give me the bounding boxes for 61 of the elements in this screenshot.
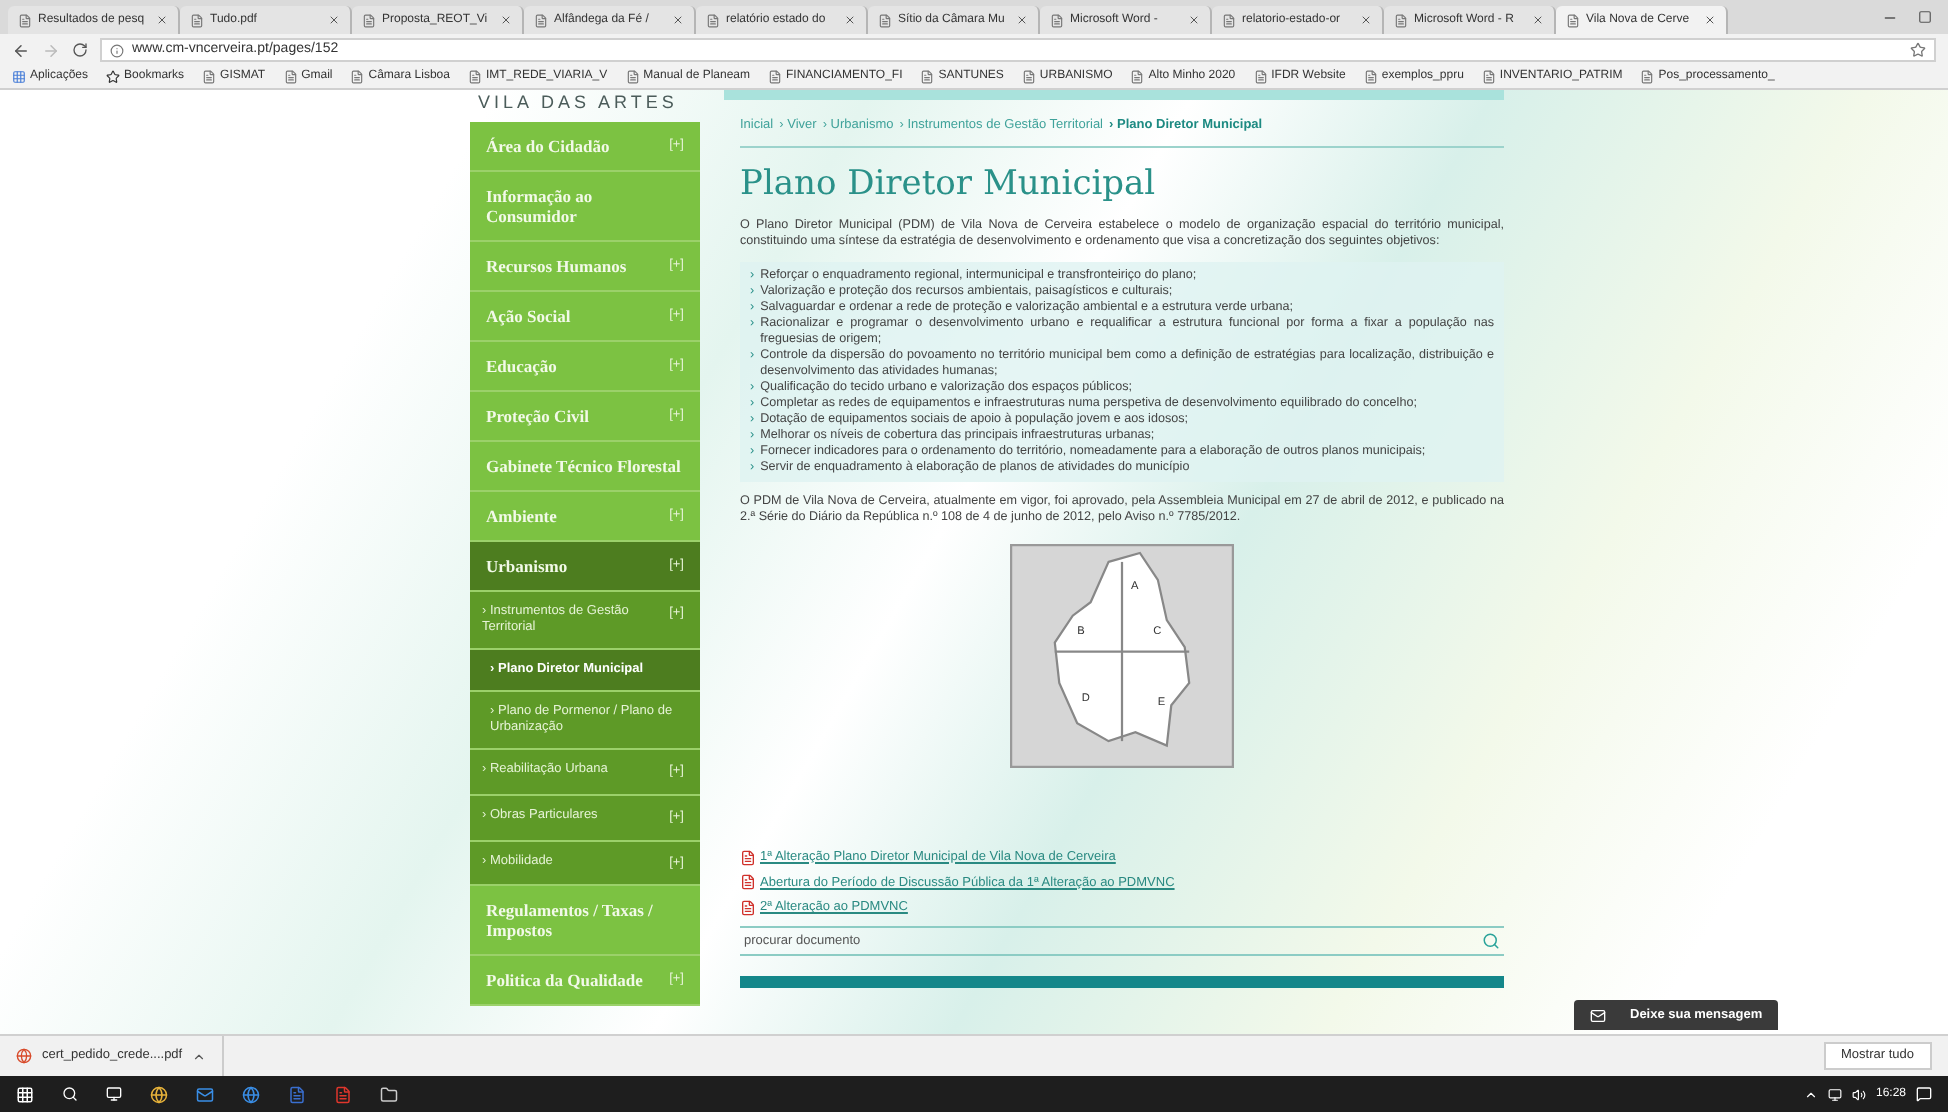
close-icon[interactable] xyxy=(1188,14,1200,26)
page-icon xyxy=(1566,13,1580,27)
close-icon[interactable] xyxy=(1532,14,1544,26)
reload-icon[interactable] xyxy=(72,42,88,58)
page-icon xyxy=(350,70,365,84)
page-icon xyxy=(1394,13,1408,27)
page-icon xyxy=(362,13,376,27)
page-icon xyxy=(1640,70,1655,84)
page-icon xyxy=(1481,70,1496,84)
menu-label: Politica da Qualidade xyxy=(486,970,643,991)
page-icon xyxy=(1021,70,1036,84)
close-icon[interactable] xyxy=(1704,14,1716,26)
page-icon xyxy=(1253,70,1268,84)
page-icon xyxy=(768,70,783,84)
page-icon xyxy=(283,70,298,84)
menu-label: Proteção Civil xyxy=(486,406,590,426)
page-icon xyxy=(1130,70,1145,84)
star-icon[interactable] xyxy=(1910,42,1926,58)
menu-label: Ação Social xyxy=(486,306,571,326)
page-icon xyxy=(1050,13,1064,27)
page-icon xyxy=(706,13,720,27)
notification-icon[interactable] xyxy=(1916,1086,1932,1102)
menu-label: Ambiente xyxy=(486,506,557,526)
menu-label: Regulamentos / Taxas / Impostos xyxy=(486,900,655,941)
back-icon[interactable] xyxy=(12,41,30,59)
apps-icon xyxy=(12,70,26,84)
browser-icon[interactable] xyxy=(150,1085,168,1103)
mail-icon xyxy=(1590,1007,1606,1023)
logo-text: VILA DAS ARTES xyxy=(476,90,680,116)
page-icon xyxy=(202,70,217,84)
start-icon[interactable] xyxy=(16,1085,34,1103)
maximize-icon[interactable] xyxy=(1918,10,1932,24)
page-icon xyxy=(625,70,640,84)
tray-caret-icon[interactable] xyxy=(1803,1087,1818,1101)
volume-icon[interactable] xyxy=(1851,1087,1866,1101)
mail-app-icon[interactable] xyxy=(196,1085,214,1103)
menu-label: Recursos Humanos xyxy=(486,256,627,276)
close-icon[interactable] xyxy=(844,14,856,26)
close-icon[interactable] xyxy=(500,14,512,26)
page-icon xyxy=(1222,13,1236,27)
page-icon xyxy=(1363,70,1378,84)
caret-icon xyxy=(192,1049,207,1063)
close-icon[interactable] xyxy=(328,14,340,26)
close-icon[interactable] xyxy=(1016,14,1028,26)
page-icon xyxy=(534,13,548,27)
page-icon xyxy=(190,13,204,27)
menu-label: Informação ao Consumidor xyxy=(486,186,595,226)
page-icon xyxy=(878,13,892,27)
close-icon[interactable] xyxy=(672,14,684,26)
menu-label: Educação xyxy=(486,356,557,376)
page-icon xyxy=(467,70,482,84)
page-icon xyxy=(18,13,32,27)
menu-label: Área do Cidadão xyxy=(486,136,610,156)
page-title: Plano Diretor Municipal xyxy=(740,163,1158,204)
menu-label: Gabinete Técnico Florestal xyxy=(486,456,681,476)
close-icon[interactable] xyxy=(1360,14,1372,26)
info-icon xyxy=(110,43,124,57)
menu-label: Urbanismo xyxy=(486,556,568,576)
page-icon xyxy=(920,70,935,84)
star-icon xyxy=(106,70,121,84)
close-icon[interactable] xyxy=(156,14,168,26)
